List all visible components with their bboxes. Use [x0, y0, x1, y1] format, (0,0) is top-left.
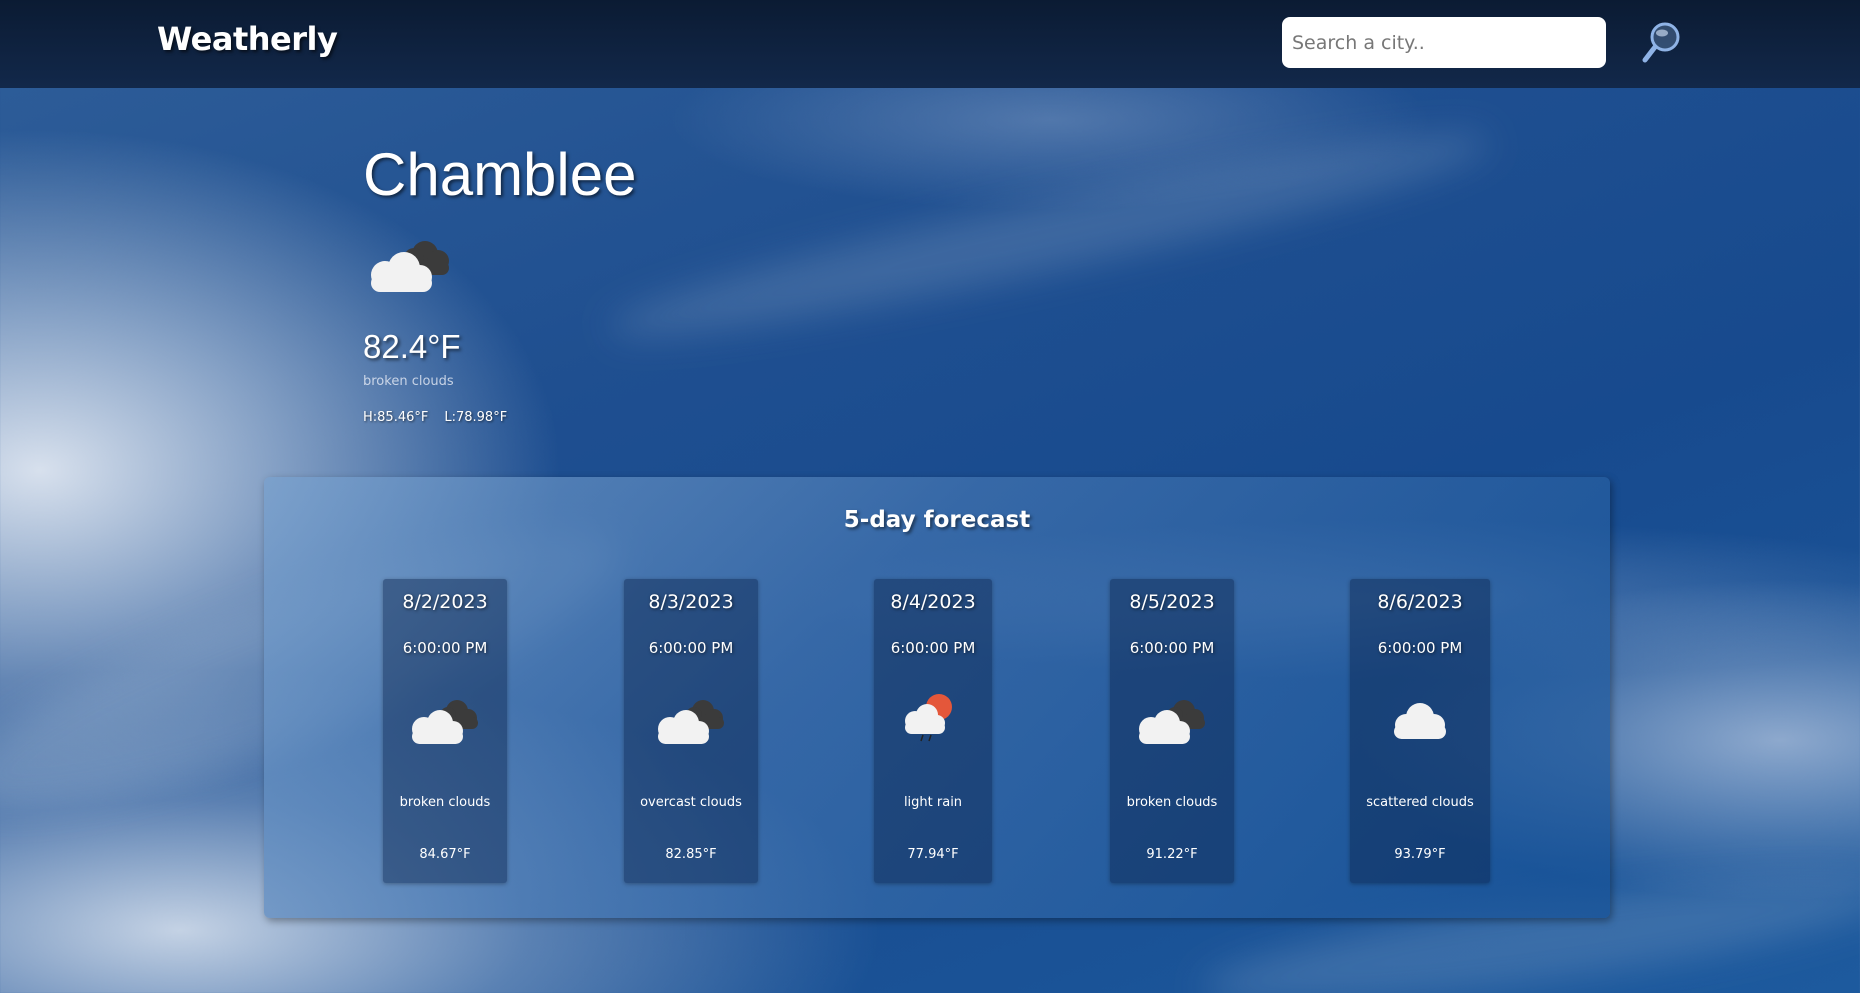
forecast-day-card: 8/6/2023 6:00:00 PM scattered clouds 93.… [1350, 579, 1490, 883]
scattered-clouds-icon [1394, 703, 1446, 739]
forecast-time: 6:00:00 PM [1129, 639, 1215, 657]
forecast-date: 8/6/2023 [1377, 591, 1463, 613]
forecast-temperature: 77.94°F [907, 847, 959, 862]
forecast-date: 8/3/2023 [648, 591, 734, 613]
forecast-description: light rain [903, 795, 963, 810]
forecast-temperature: 93.79°F [1394, 847, 1446, 862]
overcast-clouds-icon [658, 700, 724, 744]
high-temperature: H:85.46°F [363, 410, 429, 425]
forecast-time: 6:00:00 PM [1377, 639, 1463, 657]
forecast-time: 6:00:00 PM [402, 639, 488, 657]
broken-clouds-icon [1139, 700, 1205, 744]
broken-clouds-icon [371, 241, 449, 292]
current-temperature: 82.4°F [363, 328, 461, 365]
brand-logo[interactable]: Weatherly [157, 20, 338, 58]
forecast-temperature: 84.67°F [419, 847, 471, 862]
top-navbar: Weatherly [0, 0, 1860, 88]
light-rain-icon [905, 694, 952, 742]
forecast-description: overcast clouds [640, 795, 742, 810]
low-temperature: L:78.98°F [444, 410, 508, 425]
broken-clouds-icon [412, 700, 478, 744]
forecast-title: 5-day forecast [843, 507, 1031, 533]
forecast-day-card: 8/2/2023 6:00:00 PM broken clouds 84.67°… [383, 579, 507, 883]
forecast-time: 6:00:00 PM [648, 639, 734, 657]
high-low: H:85.46°F L:78.98°F [363, 410, 507, 425]
forecast-description: scattered clouds [1366, 795, 1474, 810]
city-search-input[interactable] [1282, 17, 1606, 68]
city-name: Chamblee [363, 141, 637, 208]
forecast-temperature: 91.22°F [1146, 847, 1198, 862]
current-description: broken clouds [363, 374, 454, 389]
forecast-description: broken clouds [399, 795, 491, 810]
forecast-date: 8/2/2023 [402, 591, 488, 613]
forecast-day-card: 8/5/2023 6:00:00 PM broken clouds 91.22°… [1110, 579, 1234, 883]
search-button[interactable] [1640, 20, 1682, 64]
search-icon [1642, 22, 1680, 63]
forecast-day-card: 8/3/2023 6:00:00 PM overcast clouds 82.8… [624, 579, 758, 883]
forecast-date: 8/5/2023 [1129, 591, 1215, 613]
forecast-time: 6:00:00 PM [890, 639, 976, 657]
forecast-day-card: 8/4/2023 6:00:00 PM light rain 77.94°F [874, 579, 992, 883]
forecast-date: 8/4/2023 [890, 591, 976, 613]
cloud-streak [602, 107, 1498, 363]
forecast-temperature: 82.85°F [665, 847, 717, 862]
forecast-description: broken clouds [1126, 795, 1218, 810]
forecast-panel: 5-day forecast 8/2/2023 6:00:00 PM broke… [264, 477, 1610, 918]
